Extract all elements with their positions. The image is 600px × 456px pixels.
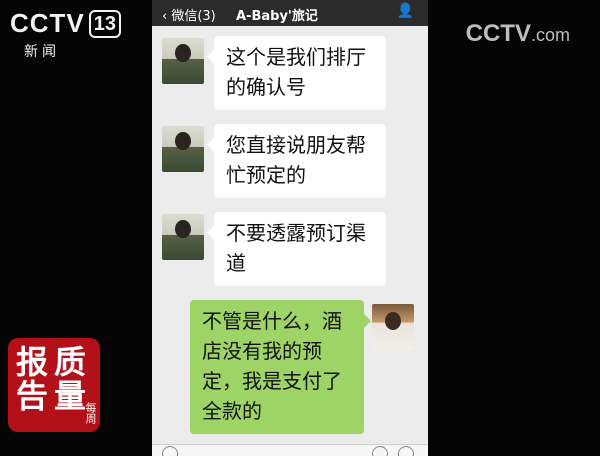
chat-header: ‹ 微信(3) A-Baby'旅记 👤 xyxy=(152,0,428,26)
back-label: 微信(3) xyxy=(171,9,216,24)
incoming-message[interactable]: 您直接说朋友帮 忙预定的 xyxy=(207,124,386,198)
chevron-left-icon: ‹ xyxy=(162,9,168,24)
message-line: 的确认号 xyxy=(226,75,306,99)
message-line: 定，我是支付了 xyxy=(202,369,342,393)
incoming-message[interactable]: 不要透露预订渠 道 xyxy=(207,212,386,286)
message-line: 全款的 xyxy=(202,399,262,423)
corner-logo-main: CCTV xyxy=(465,20,531,47)
contact-avatar[interactable] xyxy=(162,214,204,260)
message-line: 您直接说朋友帮 xyxy=(226,133,366,157)
seal-char: 质 xyxy=(54,343,87,381)
message-line: 忙预定的 xyxy=(226,163,306,187)
message-line: 道 xyxy=(226,251,246,275)
seal-sub: 每周 xyxy=(84,402,97,424)
seal-char: 告 xyxy=(16,377,49,415)
corner-logo-suffix: .com xyxy=(530,25,570,45)
outgoing-message[interactable]: 不管是什么，酒 店没有我的预 定，我是支付了 全款的 xyxy=(190,300,371,434)
contact-avatar[interactable] xyxy=(162,126,204,172)
self-avatar[interactable] xyxy=(372,304,414,350)
back-button[interactable]: ‹ 微信(3) xyxy=(162,5,216,24)
voice-icon[interactable] xyxy=(162,446,178,456)
emoji-icon[interactable] xyxy=(372,446,388,456)
corner-logo: CCTV.com xyxy=(466,20,570,48)
input-bar xyxy=(152,444,428,456)
program-seal: 质 量 报 告 每周 xyxy=(8,338,100,432)
seal-char: 报 xyxy=(16,343,49,381)
channel-logo: CCTV 13 新闻 xyxy=(10,8,122,61)
phone-screen: ‹ 微信(3) A-Baby'旅记 👤 这个是我们排厅 的确认号 您直接说朋友帮… xyxy=(152,0,428,456)
channel-brand: CCTV xyxy=(10,8,85,38)
message-line: 这个是我们排厅 xyxy=(226,45,366,69)
plus-icon[interactable] xyxy=(398,446,414,456)
person-icon[interactable]: 👤 xyxy=(397,3,414,19)
channel-sub: 新闻 xyxy=(24,43,60,59)
channel-number: 13 xyxy=(88,9,122,38)
message-line: 店没有我的预 xyxy=(202,339,322,363)
seal-char: 量 xyxy=(54,377,87,415)
incoming-message[interactable]: 这个是我们排厅 的确认号 xyxy=(207,36,386,110)
message-line: 不要透露预订渠 xyxy=(226,221,366,245)
contact-name: A-Baby'旅记 xyxy=(236,9,318,24)
message-line: 不管是什么，酒 xyxy=(202,309,342,333)
contact-avatar[interactable] xyxy=(162,38,204,84)
